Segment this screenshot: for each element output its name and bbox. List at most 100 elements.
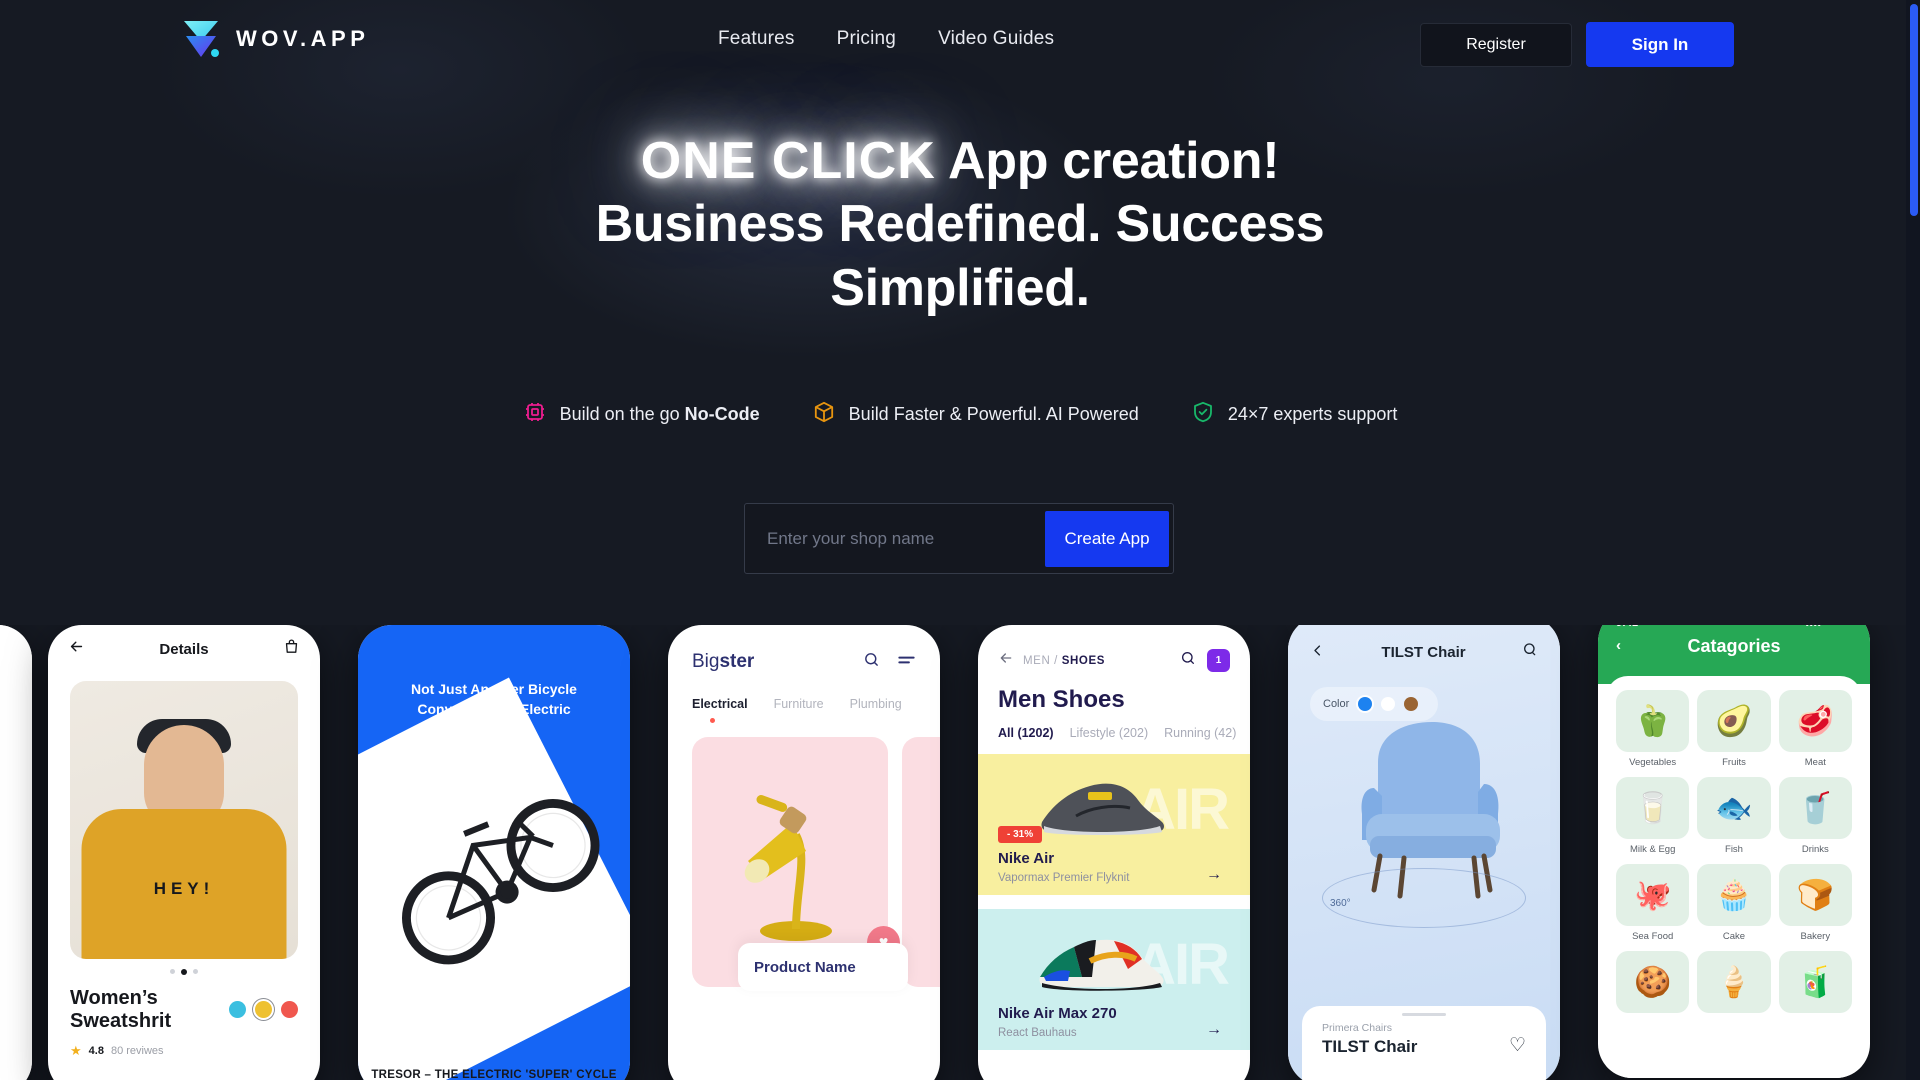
cpu-chip-icon [523,400,547,429]
category-cell[interactable]: 🥛 Milk & Egg [1616,777,1690,855]
phone4-product-name-2: Nike Air Max 270 [998,1005,1117,1022]
create-app-button[interactable]: Create App [1045,510,1169,567]
page-title: ONE CLICK App creation! Business Redefin… [0,130,1920,320]
phone-mockup-bigster[interactable]: Bigster Electrical Furniture Plumbing ♥ … [668,625,940,1080]
phone1-color-swatches[interactable] [229,987,298,1018]
category-cell[interactable]: 🥑 Fruits [1697,690,1771,768]
category-cell[interactable]: 🧃 [1778,951,1852,1018]
chevron-left-icon[interactable] [1310,643,1325,663]
logo[interactable]: WOV.APP [180,17,369,61]
phone3-tab-electrical[interactable]: Electrical [692,697,748,723]
phone5-color-label: Color [1323,698,1350,710]
phone-mockup-details[interactable]: Details HEY! Women’s Sweatshrit ★ 4.8 80… [48,625,320,1080]
phone1-title: Details [159,640,209,658]
swatch-red[interactable] [281,1001,298,1018]
search-icon[interactable] [863,651,880,673]
fruits-icon: 🥑 [1697,690,1771,752]
menu-icon[interactable] [897,653,916,672]
search-icon[interactable] [1522,642,1538,663]
swatch-blue[interactable] [1358,697,1373,711]
phone6-status-time: 9:41 [1616,625,1638,629]
category-cell[interactable]: 🐙 Sea Food [1616,864,1690,942]
shop-name-input[interactable] [745,504,1045,573]
phone4-tab-running[interactable]: Running (42) [1164,726,1236,740]
phone3-tab-plumbing[interactable]: Plumbing [850,697,902,711]
phone3-tabs[interactable]: Electrical Furniture Plumbing [668,673,940,723]
swatch-yellow[interactable] [255,1001,272,1018]
phone4-product-sub-2: React Bauhaus [998,1027,1077,1039]
badge-support-label: 24×7 experts support [1227,404,1398,424]
phone-mockup-categories[interactable]: 9:41 ‹ Catagories 🫑Vegetables 🥑Fr [1598,625,1870,1078]
bag-icon[interactable]: 1 [1207,649,1230,672]
category-cell[interactable]: 🍦 [1697,951,1771,1018]
phone-mockup-partial[interactable] [0,625,32,1080]
page-scrollbar[interactable] [1906,0,1920,1080]
swatch-cyan[interactable] [229,1001,246,1018]
fish-icon: 🐟 [1697,777,1771,839]
phone4-product-sub: Vapormax Premier Flyknit [998,872,1130,884]
phone3-tab-furniture[interactable]: Furniture [774,697,824,711]
phone4-discount-badge: - 31% [998,826,1043,843]
arrow-left-icon[interactable] [68,638,85,660]
category-cell[interactable]: 🍪 [1616,951,1690,1018]
phone-mockup-tilst-chair[interactable]: TILST Chair Color 360° Primera Chairs TI… [1288,625,1560,1080]
badge-ai-powered: Build Faster & Powerful. AI Powered [812,400,1139,429]
swatch-white[interactable] [1381,697,1396,711]
badge-no-code: Build on the go No-Code [523,400,760,429]
logo-text: WOV.APP [236,26,370,51]
phone-mockup-bicycle[interactable]: Not Just Another Bicycle Converted Into E… [358,625,630,1080]
wov-chevron-logo-icon [180,17,222,61]
phone3-logo: Bigster [692,651,755,672]
phone4-tab-all[interactable]: All (1202) [998,726,1054,740]
phone1-rating: ★ 4.8 80 reviwes [48,1033,320,1059]
phone4-product-name: Nike Air [998,850,1055,867]
swatch-brown[interactable] [1404,697,1419,711]
scrollbar-thumb[interactable] [1910,4,1918,216]
phone4-tabs[interactable]: All (1202) Lifestyle (202) Running (42) … [978,714,1250,740]
nav-pricing[interactable]: Pricing [837,28,896,50]
phone4-product-card-nike-air[interactable]: AIR - 31% Nike Air Vapormax Premier Flyk… [978,754,1250,895]
phone3-product-card[interactable]: ♥ Product Name [692,737,908,991]
phone4-product-card-nike-270[interactable]: AIR Nike Air Max 270 React Bauhaus → [978,909,1250,1050]
arrow-right-icon-2[interactable]: → [1206,1021,1222,1039]
headline-line3: Simplified. [830,258,1090,317]
category-cell[interactable]: 🥩 Meat [1778,690,1852,768]
phone5-rotate-ellipse [1322,868,1526,928]
phone3-next-card[interactable] [902,737,940,987]
chevron-left-icon[interactable]: ‹ [1616,637,1621,654]
hero-section: ONE CLICK App creation! Business Redefin… [0,130,1920,320]
category-cell[interactable]: 🥤 Drinks [1778,777,1852,855]
category-cell[interactable]: 🐟 Fish [1697,777,1771,855]
category-cell[interactable]: 🫑 Vegetables [1616,690,1690,768]
search-icon[interactable] [1180,650,1196,671]
phone4-breadcrumb: MEN / SHOES [1023,654,1106,667]
signin-button[interactable]: Sign In [1586,22,1734,67]
nav-video-guides[interactable]: Video Guides [938,28,1054,50]
phone1-graphic-text: HEY! [153,879,215,898]
phone4-title: Men Shoes [998,686,1125,713]
signal-wifi-battery-icon [1806,625,1852,630]
arrow-left-icon[interactable] [998,650,1014,671]
juice-icon: 🧃 [1778,951,1852,1013]
phone4-shoe-image-2 [1039,939,1164,991]
heart-outline-icon[interactable]: ♡ [1509,1034,1526,1057]
nav-features[interactable]: Features [718,28,795,50]
register-button[interactable]: Register [1420,22,1572,67]
milk-egg-icon: 🥛 [1616,777,1690,839]
cookies-icon: 🍪 [1616,951,1690,1013]
phone-mockup-men-shoes[interactable]: MEN / SHOES 1 Men Shoes All (1202) Lifes… [978,625,1250,1080]
phone3-product-name: Product Name [738,943,908,991]
sheet-grabber[interactable] [1402,1013,1446,1016]
phone1-rating-value: 4.8 [88,1045,104,1057]
shield-check-icon [1191,400,1215,429]
star-icon: ★ [70,1043,82,1058]
category-cell[interactable]: 🧁 Cake [1697,864,1771,942]
shopping-bag-icon[interactable] [283,638,300,660]
phone4-tab-lifestyle[interactable]: Lifestyle (202) [1070,726,1149,740]
phone2-tagline: Not Just Another Bicycle Converted Into E… [411,681,577,718]
category-cell[interactable]: 🍞 Bakery [1778,864,1852,942]
feature-badges: Build on the go No-Code Build Faster & P… [0,400,1920,429]
phone6-title: Catagories [1687,636,1781,656]
cart-badge-count: 1 [1215,655,1222,666]
arrow-right-icon[interactable]: → [1206,866,1222,884]
